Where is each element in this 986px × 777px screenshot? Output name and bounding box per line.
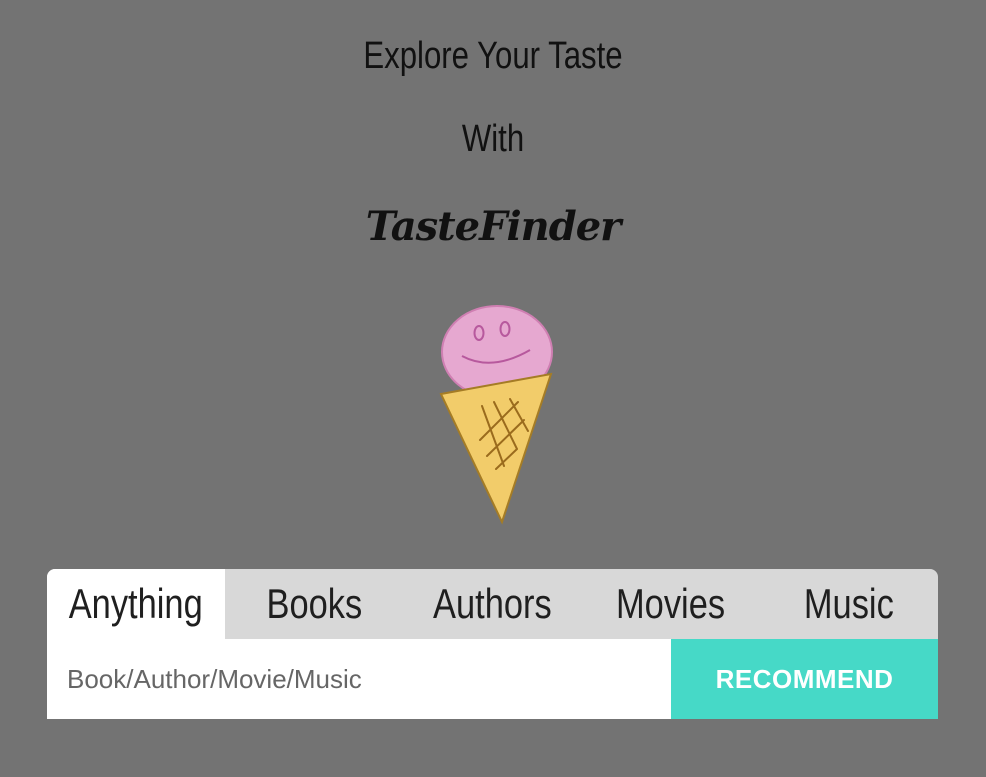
category-tabs: Anything Books Authors Movies Music [47, 569, 938, 639]
tab-music[interactable]: Music [760, 569, 938, 639]
tab-anything[interactable]: Anything [47, 569, 226, 639]
tab-movies[interactable]: Movies [582, 569, 760, 639]
tab-authors[interactable]: Authors [403, 569, 581, 639]
tab-label: Movies [616, 580, 726, 627]
tab-books[interactable]: Books [225, 569, 403, 639]
page-subtitle: With [461, 118, 525, 160]
ice-cream-cone-icon [439, 305, 553, 525]
tab-label: Authors [433, 580, 552, 627]
tab-label: Anything [69, 580, 204, 627]
recommendation-widget: Anything Books Authors Movies Music RECO… [47, 569, 938, 719]
tab-label: Books [266, 580, 363, 627]
search-input[interactable] [47, 639, 671, 719]
page-title: Explore Your Taste [363, 35, 623, 77]
tab-label: Music [803, 580, 894, 627]
search-bar: RECOMMEND [47, 639, 938, 719]
brand-logo: TasteFinder [365, 203, 621, 250]
recommend-button[interactable]: RECOMMEND [671, 639, 938, 719]
